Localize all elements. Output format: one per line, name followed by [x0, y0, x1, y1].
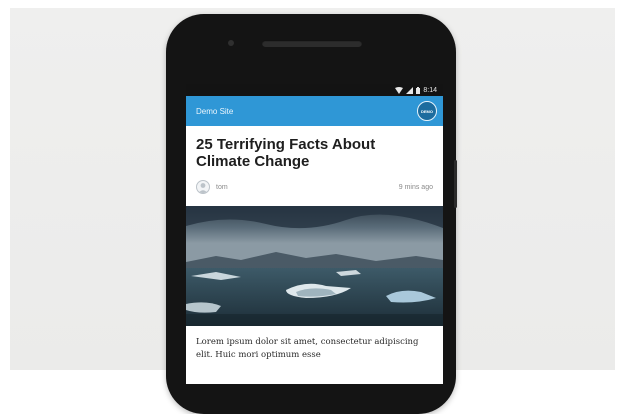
- phone-side-button: [454, 160, 457, 208]
- status-time: 8:14: [423, 86, 437, 94]
- article-excerpt: Lorem ipsum dolor sit amet, consectetur …: [196, 337, 419, 360]
- avatar: [196, 180, 210, 194]
- earpiece-speaker: [262, 40, 362, 47]
- battery-icon: [416, 86, 421, 94]
- signal-icon: [406, 86, 414, 94]
- user-icon: [198, 183, 208, 193]
- wifi-icon: [395, 86, 404, 94]
- site-title[interactable]: Demo Site: [196, 107, 233, 116]
- site-logo[interactable]: DEMO: [417, 101, 437, 121]
- article-title[interactable]: 25 Terrifying Facts About Climate Change: [196, 136, 433, 170]
- status-bar: 8:14: [186, 84, 443, 96]
- post-time: 9 mins ago: [398, 183, 433, 191]
- app-bar: Demo Site DEMO: [186, 96, 443, 126]
- front-camera: [228, 40, 234, 46]
- author-name: tom: [216, 183, 228, 191]
- phone-device: 8:14 Demo Site DEMO 25 Terrifying Facts …: [166, 14, 456, 414]
- article-hero-image[interactable]: [186, 206, 443, 326]
- author-info[interactable]: tom: [196, 180, 228, 194]
- article-meta: tom 9 mins ago: [196, 178, 433, 196]
- site-logo-text: DEMO: [421, 108, 433, 114]
- phone-screen: 8:14 Demo Site DEMO 25 Terrifying Facts …: [186, 84, 443, 384]
